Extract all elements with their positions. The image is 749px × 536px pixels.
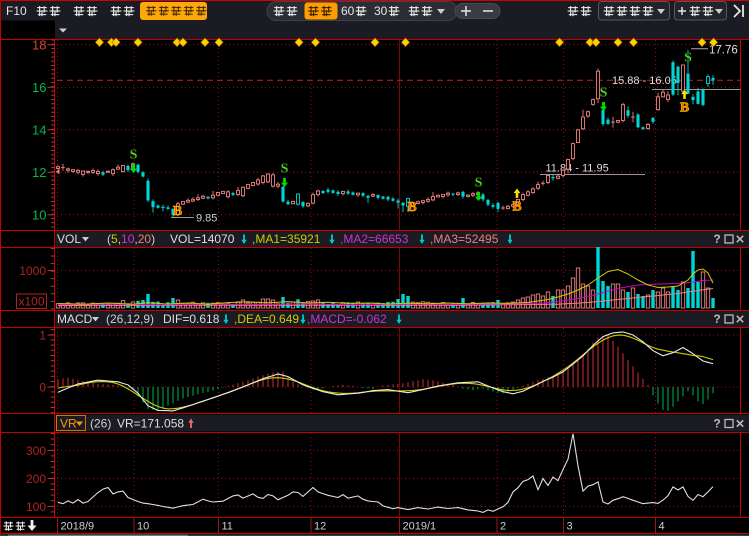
svg-text:S: S [130,148,138,163]
svg-text:,MACD=-0.062: ,MACD=-0.062 [307,312,387,326]
svg-text:x100: x100 [18,295,44,309]
svg-text:B: B [407,200,416,215]
svg-text:1000: 1000 [19,264,46,278]
svg-text:VOL: VOL [57,232,81,246]
svg-text:1: 1 [39,329,46,343]
svg-text:?: ? [713,232,720,246]
svg-text:(26): (26) [90,417,111,431]
svg-text:200: 200 [26,472,46,486]
svg-text:10: 10 [137,521,149,533]
svg-text:DIF=0.618: DIF=0.618 [163,312,220,326]
svg-text:4: 4 [659,521,665,533]
svg-text:12: 12 [314,521,326,533]
svg-text:S: S [600,86,608,101]
svg-text:11: 11 [222,521,233,533]
svg-text:9.85: 9.85 [196,213,217,225]
svg-text:B: B [173,204,182,219]
svg-text:(5,10,20): (5,10,20) [107,232,155,246]
svg-text:2: 2 [500,521,506,533]
svg-text:VR=171.058: VR=171.058 [117,417,184,431]
svg-text:18: 18 [32,37,46,52]
svg-text:(26,12,9): (26,12,9) [106,312,154,326]
svg-text:10: 10 [32,207,46,222]
svg-text:VR: VR [60,417,77,431]
svg-text:300: 300 [26,444,46,458]
svg-text:B: B [680,101,689,116]
svg-text:S: S [684,51,692,66]
svg-text:0: 0 [39,381,46,395]
svg-text:VOL=14070: VOL=14070 [170,232,235,246]
svg-text:3: 3 [567,521,573,533]
svg-text:S: S [475,176,483,191]
svg-text:2019/1: 2019/1 [403,521,437,533]
svg-text:16: 16 [32,80,46,95]
svg-text:B: B [512,200,521,215]
svg-text:,MA3=52495: ,MA3=52495 [430,232,499,246]
svg-text:60: 60 [341,4,355,18]
svg-text:15.88 - 16.05: 15.88 - 16.05 [612,75,677,87]
svg-text:2018/9: 2018/9 [61,521,95,533]
svg-text:12: 12 [32,165,46,180]
svg-text:,MA1=35921: ,MA1=35921 [252,232,321,246]
svg-text:100: 100 [26,500,46,514]
svg-text:MACD: MACD [57,312,93,326]
svg-text:14: 14 [32,122,46,137]
svg-text:?: ? [713,417,720,431]
svg-text:S: S [281,162,289,177]
svg-text:,MA2=66653: ,MA2=66653 [340,232,409,246]
svg-text:11.84 - 11.95: 11.84 - 11.95 [546,163,609,175]
svg-text:30: 30 [374,4,388,18]
svg-text:F10: F10 [6,4,27,18]
svg-text:,DEA=0.649: ,DEA=0.649 [234,312,299,326]
svg-text:?: ? [713,312,720,326]
